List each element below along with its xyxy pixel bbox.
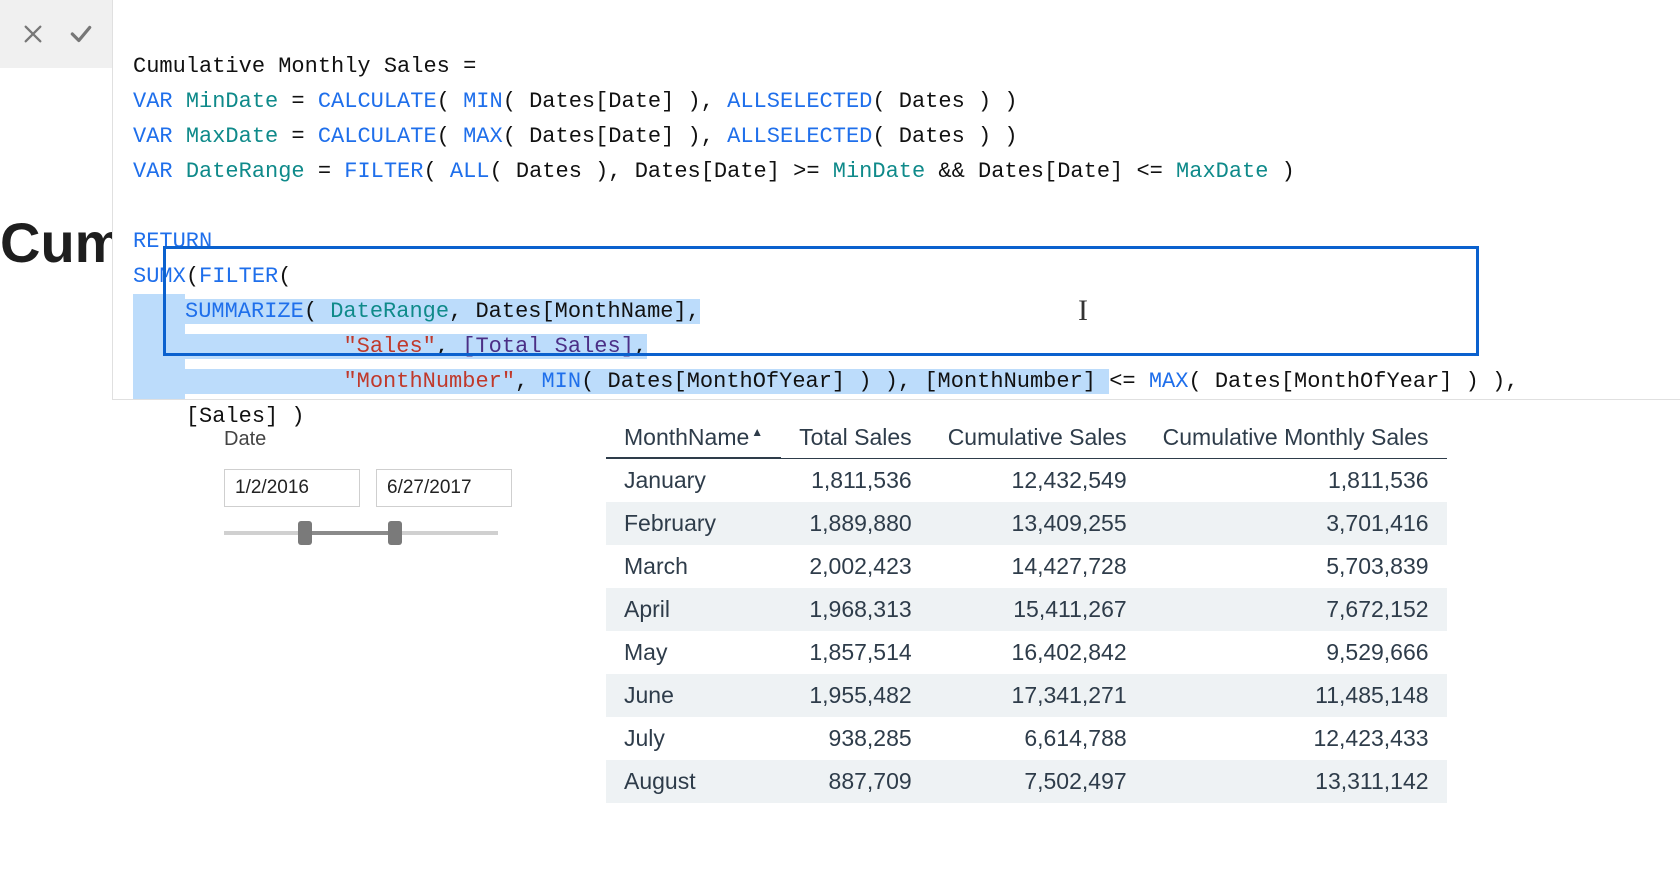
table-cell: August bbox=[606, 760, 781, 803]
table-cell: 1,811,536 bbox=[781, 458, 930, 502]
table-row[interactable]: May1,857,51416,402,8429,529,666 bbox=[606, 631, 1447, 674]
table-cell: February bbox=[606, 502, 781, 545]
table-cell: 5,703,839 bbox=[1145, 545, 1447, 588]
table-cell: January bbox=[606, 458, 781, 502]
table-cell: 1,968,313 bbox=[781, 588, 930, 631]
table-row[interactable]: March2,002,42314,427,7285,703,839 bbox=[606, 545, 1447, 588]
table-cell: 1,857,514 bbox=[781, 631, 930, 674]
table-row[interactable]: August887,7097,502,49713,311,142 bbox=[606, 760, 1447, 803]
table-cell: 9,529,666 bbox=[1145, 631, 1447, 674]
table-row[interactable]: June1,955,48217,341,27111,485,148 bbox=[606, 674, 1447, 717]
table-cell: July bbox=[606, 717, 781, 760]
date-slider-thumb-end[interactable] bbox=[388, 521, 402, 545]
confirm-button[interactable] bbox=[64, 17, 98, 51]
results-table-visual[interactable]: MonthName▲ Total Sales Cumulative Sales … bbox=[606, 418, 1500, 803]
table-cell: 16,402,842 bbox=[930, 631, 1145, 674]
col-header-cumulative-monthly-sales[interactable]: Cumulative Monthly Sales bbox=[1145, 418, 1447, 458]
formula-bar-toolbar bbox=[0, 0, 112, 68]
table-cell: 12,432,549 bbox=[930, 458, 1145, 502]
table-cell: 3,701,416 bbox=[1145, 502, 1447, 545]
table-cell: 7,672,152 bbox=[1145, 588, 1447, 631]
formula-bar[interactable]: Cumulative Monthly Sales = VAR MinDate =… bbox=[112, 0, 1680, 400]
table-cell: 6,614,788 bbox=[930, 717, 1145, 760]
page-title-fragment: Cum bbox=[0, 210, 124, 275]
table-cell: 17,341,271 bbox=[930, 674, 1145, 717]
date-from-input[interactable] bbox=[224, 469, 360, 507]
table-cell: 1,889,880 bbox=[781, 502, 930, 545]
col-header-total-sales[interactable]: Total Sales bbox=[781, 418, 930, 458]
col-header-monthname[interactable]: MonthName▲ bbox=[606, 418, 781, 458]
table-cell: 938,285 bbox=[781, 717, 930, 760]
table-cell: 13,311,142 bbox=[1145, 760, 1447, 803]
table-row[interactable]: January1,811,53612,432,5491,811,536 bbox=[606, 458, 1447, 502]
date-slicer[interactable]: Date bbox=[224, 428, 512, 535]
table-row[interactable]: July938,2856,614,78812,423,433 bbox=[606, 717, 1447, 760]
table-cell: 14,427,728 bbox=[930, 545, 1145, 588]
table-cell: 1,955,482 bbox=[781, 674, 930, 717]
date-slider[interactable] bbox=[224, 531, 498, 535]
table-cell: 11,485,148 bbox=[1145, 674, 1447, 717]
table-cell: 1,811,536 bbox=[1145, 458, 1447, 502]
date-slider-range bbox=[300, 531, 402, 535]
date-to-input[interactable] bbox=[376, 469, 512, 507]
table-cell: 887,709 bbox=[781, 760, 930, 803]
table-cell: April bbox=[606, 588, 781, 631]
table-cell: June bbox=[606, 674, 781, 717]
table-cell: 13,409,255 bbox=[930, 502, 1145, 545]
table-cell: 15,411,267 bbox=[930, 588, 1145, 631]
cancel-button[interactable] bbox=[16, 17, 50, 51]
table-cell: March bbox=[606, 545, 781, 588]
sort-asc-icon: ▲ bbox=[751, 425, 763, 439]
col-header-cumulative-sales[interactable]: Cumulative Sales bbox=[930, 418, 1145, 458]
table-cell: 12,423,433 bbox=[1145, 717, 1447, 760]
table-cell: 7,502,497 bbox=[930, 760, 1145, 803]
slicer-label: Date bbox=[224, 428, 512, 451]
table-cell: May bbox=[606, 631, 781, 674]
table-cell: 2,002,423 bbox=[781, 545, 930, 588]
date-slider-thumb-start[interactable] bbox=[298, 521, 312, 545]
table-row[interactable]: February1,889,88013,409,2553,701,416 bbox=[606, 502, 1447, 545]
dax-code[interactable]: Cumulative Monthly Sales = VAR MinDate =… bbox=[133, 14, 1680, 469]
results-table: MonthName▲ Total Sales Cumulative Sales … bbox=[606, 418, 1447, 803]
table-row[interactable]: April1,968,31315,411,2677,672,152 bbox=[606, 588, 1447, 631]
